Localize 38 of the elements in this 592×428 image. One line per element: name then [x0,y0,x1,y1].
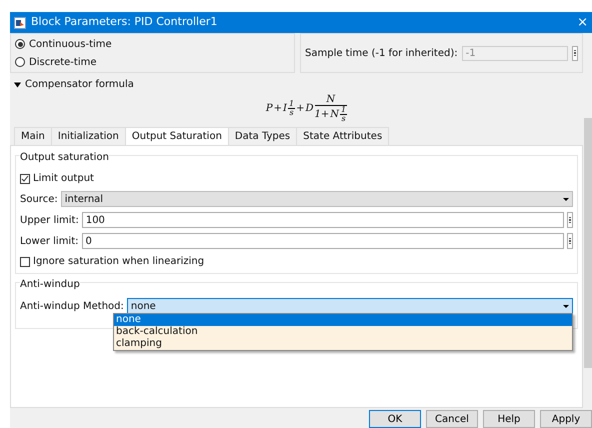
checkbox[interactable] [20,174,30,184]
group-title: Anti-windup [20,277,80,292]
sample-time-label: Sample time (-1 for inherited): [305,46,458,60]
group-title: Output saturation [20,150,109,165]
field-label: Lower limit: [20,234,79,248]
expander-icon[interactable] [14,82,21,88]
tab[interactable]: Output Saturation [124,127,229,145]
radio-button[interactable] [15,39,25,49]
checkbox-label[interactable]: Limit output [33,171,94,186]
tab[interactable]: State Attributes [296,127,390,145]
field-label: Upper limit: [20,214,79,228]
text-field[interactable]: 100 [82,212,564,228]
source-dropdown[interactable]: internal [60,191,573,207]
options-icon[interactable] [567,212,573,228]
window-title: Block Parameters: PID Controller1 [31,14,218,30]
dropdown-option[interactable]: none [114,314,572,326]
dialog-button[interactable]: Help [483,410,535,428]
checkbox[interactable] [20,256,30,266]
options-icon[interactable] [567,233,573,249]
checkbox-label[interactable]: Ignore saturation when linearizing [33,254,204,269]
field-label: Anti-windup Method: [20,300,124,314]
field-label: Source: [20,192,58,206]
tab[interactable]: Main [14,127,52,145]
dropdown-option[interactable]: back-calculation [114,326,572,338]
anti-windup-dropdown[interactable]: none [126,298,573,314]
close-button[interactable]: × [577,12,588,32]
options-icon[interactable] [572,46,578,60]
radio-button[interactable] [15,57,25,67]
text-field[interactable]: 0 [82,233,564,249]
radio-label[interactable]: Continuous-time [29,36,112,52]
dialog-button[interactable]: Cancel [426,410,478,428]
dropdown-option[interactable]: clamping [114,338,572,350]
scrollbar-thumb[interactable] [584,118,592,368]
radio-label[interactable]: Discrete-time [29,54,97,70]
dialog-button[interactable]: OK [369,410,421,428]
dialog-button[interactable]: Apply [540,410,592,428]
app-icon [14,16,26,28]
section-label[interactable]: Compensator formula [25,77,134,92]
